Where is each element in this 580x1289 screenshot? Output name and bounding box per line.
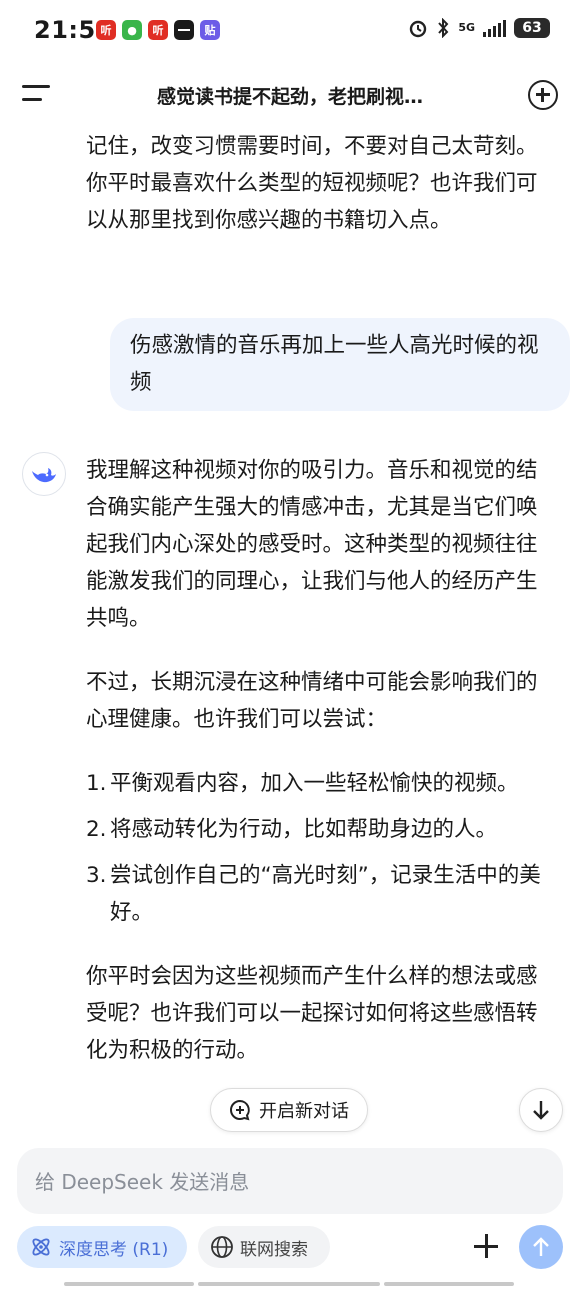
list-item: 2. 将感动转化为行动，比如帮助身边的人。 (86, 811, 556, 848)
deep-think-toggle[interactable]: 深度思考 (R1) (17, 1226, 187, 1268)
page-title: 感觉读书提不起劲，老把刷视… (156, 86, 423, 108)
list-text: 将感动转化为行动，比如帮助身边的人。 (110, 817, 498, 842)
atom-icon (32, 1238, 50, 1256)
status-right: 5G 63 (408, 18, 550, 38)
deep-think-label: 深度思考 (R1) (59, 1239, 169, 1260)
web-search-label: 联网搜索 (240, 1239, 308, 1260)
list-number: 3. (86, 863, 107, 888)
deepseek-avatar (22, 452, 66, 496)
notification-icons: 听 ● 听 贴 (96, 20, 220, 40)
arrow-up-icon (533, 1237, 549, 1256)
ai-paragraph: 不过，长期沉浸在这种情绪中可能会影响我们的心理健康。也许我们可以尝试： (86, 670, 538, 732)
ting-app-icon: 听 (148, 20, 168, 40)
nav-indicator (384, 1282, 514, 1286)
ai-paragraph: 你平时会因为这些视频而产生什么样的想法或感受呢？也许我们可以一起探讨如何将这些感… (86, 964, 538, 1063)
list-text: 尝试创作自己的“高光时刻”，记录生活中的美好。 (110, 863, 541, 925)
globe-icon (211, 1236, 233, 1258)
list-item: 1. 平衡观看内容，加入一些轻松愉快的视频。 (86, 765, 556, 802)
battery-icon: 63 (514, 18, 550, 38)
attach-button[interactable] (468, 1228, 504, 1264)
list-number: 1. (86, 771, 107, 796)
list-item: 3. 尝试创作自己的“高光时刻”，记录生活中的美好。 (86, 857, 556, 931)
web-search-toggle[interactable]: 联网搜索 (198, 1226, 330, 1268)
ai-paragraph: 我理解这种视频对你的吸引力。音乐和视觉的结合确实能产生强大的情感冲击，尤其是当它… (86, 458, 538, 631)
network-type: 5G (458, 21, 475, 34)
bluetooth-icon (438, 18, 449, 38)
nav-indicator (64, 1282, 194, 1286)
status-bar: 21:50 听 ● 听 贴 5G 63 (0, 0, 580, 64)
message-composer (17, 1148, 563, 1216)
whale-icon (32, 468, 56, 483)
signal-icon (483, 19, 506, 37)
nav-indicator (198, 1282, 380, 1286)
scroll-to-bottom-button[interactable] (519, 1088, 563, 1132)
tie-app-icon: 贴 (200, 20, 220, 40)
list-number: 2. (86, 817, 107, 842)
weibo-app-icon (174, 20, 194, 40)
menu-button[interactable] (22, 82, 50, 108)
chat-plus-icon (230, 1099, 250, 1121)
app-header: 感觉读书提不起劲，老把刷视… (0, 64, 580, 126)
previous-ai-message: 记住，改变习惯需要时间，不要对自己太苛刻。你平时最喜欢什么类型的短视频呢？也许我… (86, 134, 538, 233)
green-app-icon: ● (122, 20, 142, 40)
ai-list: 1. 平衡观看内容，加入一些轻松愉快的视频。 2. 将感动转化为行动，比如帮助身边的… (86, 765, 556, 931)
new-dialog-label: 开启新对话 (259, 1101, 349, 1122)
ai-message: 我理解这种视频对你的吸引力。音乐和视觉的结合确实能产生强大的情感冲击，尤其是当它… (86, 452, 556, 1096)
message-input[interactable] (33, 1148, 547, 1216)
menu-icon (22, 85, 50, 88)
user-message: 伤感激情的音乐再加上一些人高光时候的视频 (110, 318, 570, 411)
ting-app-icon: 听 (96, 20, 116, 40)
new-chat-button[interactable] (528, 80, 558, 110)
alarm-icon (410, 20, 427, 38)
send-button[interactable] (519, 1225, 563, 1269)
new-dialog-button[interactable]: 开启新对话 (210, 1088, 368, 1132)
list-text: 平衡观看内容，加入一些轻松愉快的视频。 (110, 771, 519, 796)
arrow-down-icon (533, 1101, 549, 1120)
